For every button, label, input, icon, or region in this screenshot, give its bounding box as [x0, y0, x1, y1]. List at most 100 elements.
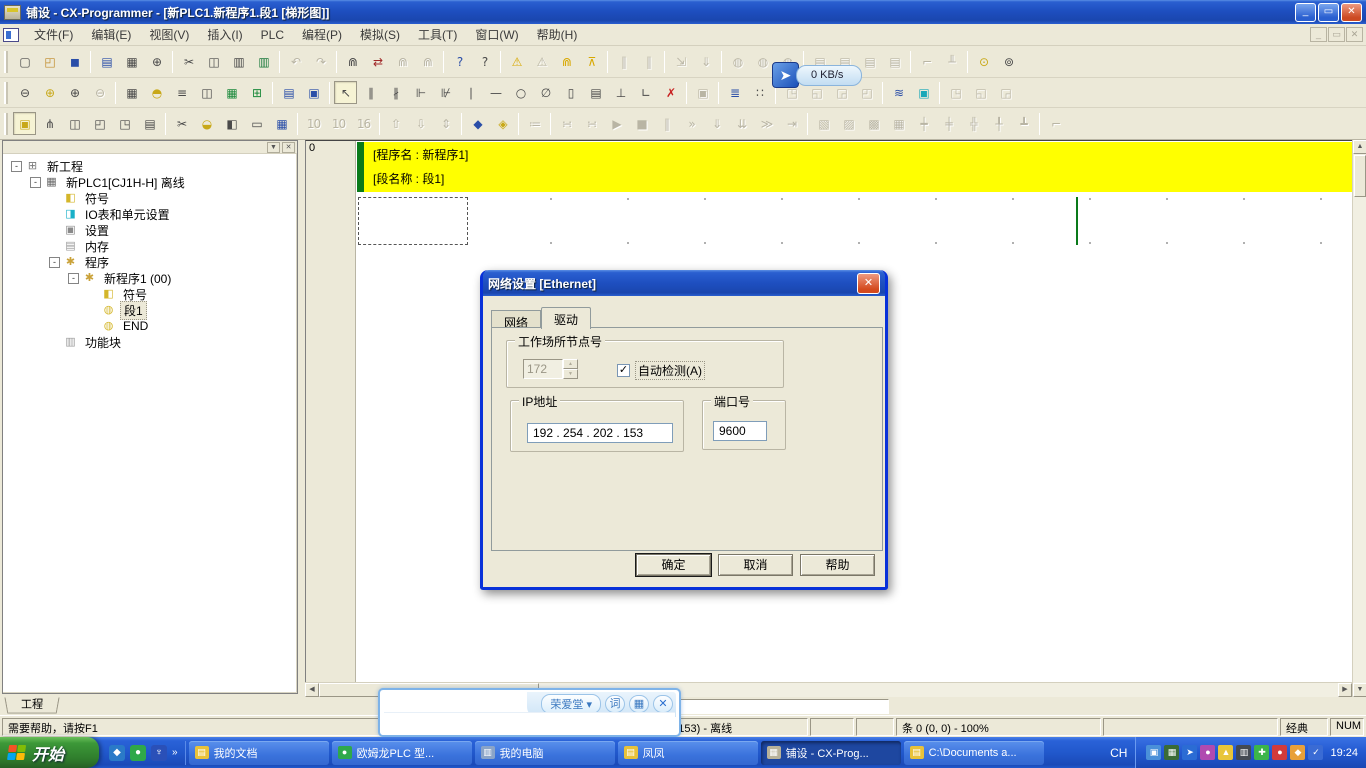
undo-icon[interactable]: ↶	[284, 50, 307, 73]
tray-green-plus-icon[interactable]: ✚	[1254, 745, 1269, 760]
node-number-stepper[interactable]: ▲ ▼	[563, 359, 578, 379]
delete-icon[interactable]: ✗	[659, 81, 682, 104]
menu-item-5[interactable]: 编程(P)	[293, 25, 351, 45]
cascade-window-icon[interactable]: ▣	[13, 112, 36, 135]
tree-item[interactable]: -✱新程序1 (00)	[7, 270, 297, 286]
tray-monitor-icon[interactable]: ▥	[1236, 745, 1251, 760]
taskbar-task[interactable]: ▤我的文档	[189, 741, 329, 765]
help-icon[interactable]: ?	[448, 50, 471, 73]
breakpoint-list-icon[interactable]: ▦	[887, 112, 910, 135]
dialog-titlebar[interactable]: 网络设置 [Ethernet] ✕	[483, 270, 885, 296]
expand-collapse-icon[interactable]: -	[11, 161, 22, 172]
menu-item-4[interactable]: PLC	[252, 25, 293, 45]
step-over-icon[interactable]: ⇊	[730, 112, 753, 135]
program-transfer-icon[interactable]: ⇲	[669, 50, 692, 73]
monitor-pause-icon[interactable]: ∺	[580, 112, 603, 135]
pause-icon[interactable]: ‖	[637, 50, 660, 73]
hex-monitor-icon[interactable]: ▣	[912, 81, 935, 104]
stop-icon[interactable]: ■	[630, 112, 653, 135]
tree-item-label[interactable]: 功能块	[82, 334, 124, 351]
new-or-closed-contact-icon[interactable]: ⊮	[434, 81, 457, 104]
vertical-line-icon[interactable]: ∣	[459, 81, 482, 104]
compare-icon[interactable]: ◍	[726, 50, 749, 73]
help-button[interactable]: 帮助	[800, 554, 875, 576]
new-contact-icon[interactable]: ∥	[359, 81, 382, 104]
tree-item[interactable]: ▥功能块	[7, 334, 297, 350]
dialog-close-icon[interactable]: ✕	[857, 273, 880, 294]
menu-item-6[interactable]: 模拟(S)	[351, 25, 409, 45]
cancel-button[interactable]: 取消	[718, 554, 793, 576]
continue-icon[interactable]: ≫	[755, 112, 778, 135]
tree-item[interactable]: ◨IO表和单元设置	[7, 206, 297, 222]
comment-value-field[interactable]	[649, 699, 889, 714]
ip-address-field[interactable]: 192 . 254 . 202 . 153	[527, 423, 673, 443]
tree-item[interactable]: ◍段1	[7, 302, 297, 318]
spin-down-icon[interactable]: ▼	[563, 369, 578, 379]
quick-launch-anchor-icon[interactable]: ♆	[151, 745, 167, 761]
ime-close-icon[interactable]: ✕	[653, 695, 673, 713]
tree-item-label[interactable]: 程序	[82, 254, 112, 271]
taskbar-task[interactable]: ▦铺设 - CX-Prog...	[761, 741, 901, 765]
net-speed-widget[interactable]: ➤ 0 KB/s	[772, 62, 862, 88]
tree-item[interactable]: -⊞新工程	[7, 158, 297, 174]
grid-icon[interactable]: ▦	[120, 81, 143, 104]
tree-item-label[interactable]: 新PLC1[CJ1H-H] 离线	[63, 174, 188, 191]
scroll-up-icon[interactable]: ▲	[1353, 140, 1366, 154]
download-manager-icon[interactable]: ➤	[772, 62, 799, 88]
auto-detect-checkbox[interactable]: ✓	[617, 364, 630, 377]
find-icon[interactable]: ⋒	[341, 50, 364, 73]
dialog-view-icon[interactable]: ▭	[245, 112, 268, 135]
monitor-icon[interactable]: ∺	[555, 112, 578, 135]
menu-item-2[interactable]: 视图(V)	[140, 25, 198, 45]
copy-icon[interactable]: ◫	[202, 50, 225, 73]
cut-icon[interactable]: ✂	[177, 50, 200, 73]
start-button[interactable]: 开始	[0, 737, 99, 768]
restore-button[interactable]: ▭	[1318, 3, 1339, 22]
section-list-icon[interactable]: ◧	[220, 112, 243, 135]
new-function-icon[interactable]: ⊥	[609, 81, 632, 104]
toolbar-grip[interactable]	[4, 82, 8, 104]
tray-shield-icon[interactable]: ▲	[1218, 745, 1233, 760]
io-transfer-word-icon[interactable]: ▤	[883, 50, 906, 73]
pause-debug-icon[interactable]: ‖	[655, 112, 678, 135]
ime-name-button[interactable]: 荣爱堂 ▾	[541, 694, 601, 714]
detail-view-icon[interactable]: ≣	[723, 81, 746, 104]
new-or-contact-icon[interactable]: ⊩	[409, 81, 432, 104]
program-name-row[interactable]: [程序名 : 新程序1]	[373, 146, 468, 163]
transfer-program-icon[interactable]: ≔	[523, 112, 546, 135]
tray-update-icon[interactable]: ▦	[1164, 745, 1179, 760]
transfer-warning-icon[interactable]: ⊼	[580, 50, 603, 73]
symbols-window-icon[interactable]: ⊞	[245, 81, 268, 104]
menu-item-0[interactable]: 文件(F)	[25, 25, 82, 45]
vertical-scroll-thumb[interactable]	[1354, 155, 1366, 197]
scroll-left-icon[interactable]: ◀	[305, 683, 319, 697]
breakpoint-clear-icon[interactable]: ▩	[862, 112, 885, 135]
binary-view-icon[interactable]: ▦	[270, 112, 293, 135]
replace-icon[interactable]: ⇄	[366, 50, 389, 73]
workspace-close-button[interactable]: ✕	[282, 142, 295, 153]
new-instruction-icon[interactable]: ▯	[559, 81, 582, 104]
zoom-icon[interactable]: ⊕	[38, 81, 61, 104]
open-file-icon[interactable]: ◰	[38, 50, 61, 73]
section-name-row[interactable]: [段名称 : 段1]	[373, 170, 444, 187]
monitor-window-icon[interactable]: ▦	[220, 81, 243, 104]
partial-transfer-icon[interactable]: ◍	[751, 50, 774, 73]
print-icon[interactable]: ▦	[120, 50, 143, 73]
work-online-icon[interactable]: ◆	[466, 112, 489, 135]
force-off-icon[interactable]: ╪	[937, 112, 960, 135]
new-coil-icon[interactable]: ○	[509, 81, 532, 104]
mdi-minimize-button[interactable]: _	[1310, 27, 1327, 42]
cross-reference-icon[interactable]: ▣	[302, 81, 325, 104]
tray-check-icon[interactable]: ✓	[1308, 745, 1323, 760]
return-icon[interactable]: ⌐	[1044, 112, 1067, 135]
network-settings-dialog[interactable]: 网络设置 [Ethernet] ✕ 网络驱动 工作场所节点号 172 ▲ ▼ ✓…	[480, 270, 888, 590]
menu-item-3[interactable]: 插入(I)	[198, 25, 251, 45]
tree-item-label[interactable]: 段1	[120, 301, 147, 320]
page-setup-icon[interactable]: ▤	[95, 50, 118, 73]
auto-detect-label[interactable]: 自动检测(A)	[635, 361, 705, 380]
scroll-down-icon[interactable]: ▼	[1353, 683, 1366, 697]
vertical-scrollbar[interactable]: ▲ ▼	[1352, 140, 1366, 697]
tray-red-dot-icon[interactable]: ●	[1272, 745, 1287, 760]
rung-header-rows[interactable]: [程序名 : 新程序1] [段名称 : 段1]	[357, 142, 1352, 192]
port-number-field[interactable]: 9600	[713, 421, 767, 441]
